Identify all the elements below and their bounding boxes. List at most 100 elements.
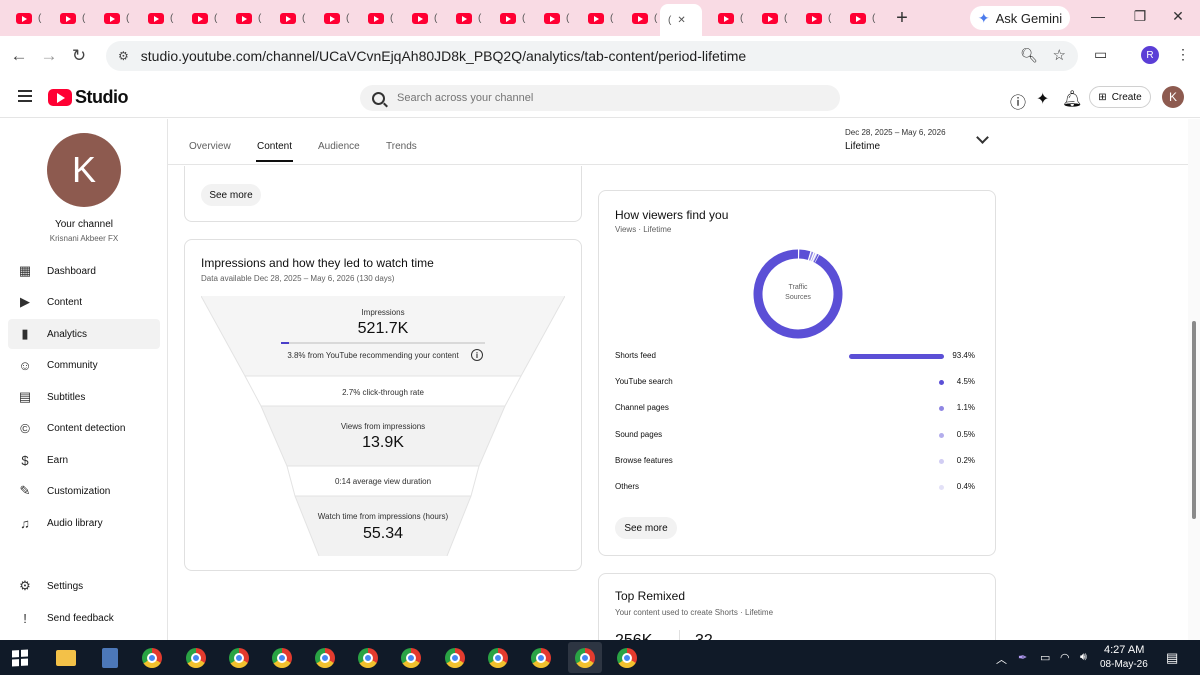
browser-tab[interactable]: ( bbox=[834, 4, 878, 32]
tab-content[interactable]: Content bbox=[257, 141, 292, 152]
browser-tab[interactable]: ( bbox=[176, 4, 220, 32]
sidebar-item-dashboard[interactable]: ▦ Dashboard bbox=[8, 256, 160, 286]
pen-icon[interactable]: ✒ bbox=[1018, 651, 1027, 664]
hamburger-menu-icon[interactable] bbox=[18, 90, 32, 102]
period-range[interactable]: Dec 28, 2025 – May 6, 2026 bbox=[845, 128, 946, 137]
browser-tab[interactable]: ( bbox=[352, 4, 396, 32]
clock-time[interactable]: 4:27 AM bbox=[1104, 644, 1144, 656]
calculator-icon[interactable] bbox=[102, 648, 118, 668]
clock-date[interactable]: 08-May-26 bbox=[1100, 659, 1148, 670]
channel-avatar[interactable]: K bbox=[47, 133, 121, 207]
chrome-taskbar-icon[interactable] bbox=[401, 648, 421, 668]
chrome-taskbar-icon[interactable] bbox=[272, 648, 292, 668]
create-button[interactable]: ⊞ Create bbox=[1089, 86, 1151, 108]
ai-spark-icon[interactable]: ✦ bbox=[1036, 89, 1049, 109]
studio-logo[interactable]: Studio bbox=[48, 87, 129, 108]
browser-tab[interactable]: ( bbox=[440, 4, 484, 32]
battery-icon[interactable]: ▭ bbox=[1040, 651, 1050, 664]
browser-tab[interactable]: ( bbox=[396, 4, 440, 32]
chrome-taskbar-icon[interactable] bbox=[186, 648, 206, 668]
sidebar-item-content[interactable]: ▶ Content bbox=[8, 287, 160, 317]
site-info-icon[interactable]: ⚙ bbox=[118, 49, 129, 63]
sidebar-item-subtitles[interactable]: ▤ Subtitles bbox=[8, 382, 160, 412]
file-explorer-icon[interactable] bbox=[56, 650, 76, 666]
tab-overview[interactable]: Overview bbox=[189, 141, 231, 152]
wifi-icon[interactable]: ◠ bbox=[1060, 651, 1070, 664]
browser-tab[interactable]: ( bbox=[0, 4, 44, 32]
bookmark-star-icon[interactable]: ☆ bbox=[1053, 46, 1066, 64]
browser-menu-icon[interactable]: ⋮ bbox=[1176, 46, 1190, 63]
browser-tab[interactable]: ( bbox=[308, 4, 352, 32]
page-scrollbar[interactable] bbox=[1188, 119, 1200, 640]
help-icon[interactable]: ⓘ bbox=[1010, 89, 1026, 113]
close-tab-icon[interactable]: ✕ bbox=[677, 15, 685, 26]
browser-tab[interactable]: ( bbox=[572, 4, 616, 32]
sidebar-item-analytics[interactable]: ▮ Analytics bbox=[8, 319, 160, 349]
sidebar-item-customization[interactable]: ✎ Customization bbox=[8, 476, 160, 506]
info-icon[interactable]: i bbox=[471, 349, 483, 361]
chrome-taskbar-icon[interactable] bbox=[142, 648, 162, 668]
browser-tab[interactable]: ( bbox=[88, 4, 132, 32]
forward-icon[interactable]: → bbox=[34, 46, 64, 66]
browser-tab[interactable]: ( bbox=[132, 4, 176, 32]
close-window-icon[interactable]: ✕ bbox=[1168, 8, 1188, 25]
traffic-source-row[interactable]: Sound pages 0.5% bbox=[615, 430, 975, 444]
browser-tab[interactable]: ( bbox=[264, 4, 308, 32]
traffic-see-more-button[interactable]: See more bbox=[615, 517, 677, 539]
tab-trends[interactable]: Trends bbox=[386, 141, 417, 152]
donut-slice[interactable] bbox=[808, 251, 814, 261]
windows-start-icon[interactable] bbox=[12, 649, 28, 667]
account-avatar[interactable]: K bbox=[1162, 86, 1184, 108]
minimize-icon[interactable]: — bbox=[1088, 8, 1108, 24]
sidebar-item-send-feedback[interactable]: ! Send feedback bbox=[8, 603, 160, 633]
chrome-taskbar-icon[interactable] bbox=[229, 648, 249, 668]
zoom-icon[interactable]: 🔍︎ bbox=[1020, 47, 1038, 64]
tray-chevron-up-icon[interactable]: ︿ bbox=[996, 651, 1007, 667]
chrome-taskbar-icon[interactable] bbox=[617, 648, 637, 668]
browser-tab[interactable]: (✕ bbox=[660, 4, 702, 36]
sidebar-item-earn[interactable]: $ Earn bbox=[8, 445, 160, 475]
notifications-icon[interactable]: 🔔︎ bbox=[1062, 89, 1082, 109]
browser-tab[interactable]: ( bbox=[220, 4, 264, 32]
traffic-source-row[interactable]: Browse features 0.2% bbox=[615, 456, 975, 470]
sidebar-item-audio-library[interactable]: ♫ Audio library bbox=[8, 508, 160, 538]
chrome-taskbar-icon[interactable] bbox=[575, 648, 595, 668]
back-icon[interactable]: ← bbox=[4, 46, 34, 66]
reload-icon[interactable]: ↻ bbox=[64, 46, 94, 66]
see-more-button[interactable]: See more bbox=[201, 184, 261, 206]
chrome-taskbar-icon[interactable] bbox=[315, 648, 335, 668]
ask-gemini-button[interactable]: ✦ Ask Gemini bbox=[970, 6, 1070, 30]
period-label[interactable]: Lifetime bbox=[845, 141, 880, 152]
chrome-taskbar-icon[interactable] bbox=[531, 648, 551, 668]
sidebar-item-community[interactable]: ☺ Community bbox=[8, 350, 160, 380]
sidebar-item-content-detection[interactable]: © Content detection bbox=[8, 413, 160, 443]
restore-icon[interactable]: ❐ bbox=[1130, 8, 1150, 25]
volume-icon[interactable]: 🔊︎ bbox=[1080, 651, 1087, 664]
browser-tab[interactable]: ( bbox=[746, 4, 790, 32]
notification-center-icon[interactable]: ▤ bbox=[1166, 650, 1178, 666]
tab-audience[interactable]: Audience bbox=[318, 141, 360, 152]
omnibox[interactable]: ⚙ studio.youtube.com/channel/UCaVCvnEjqA… bbox=[106, 41, 1078, 71]
chevron-down-icon[interactable] bbox=[976, 131, 989, 144]
browser-tab[interactable]: ( bbox=[484, 4, 528, 32]
chrome-taskbar-icon[interactable] bbox=[358, 648, 378, 668]
search-input[interactable] bbox=[397, 92, 797, 104]
reading-mode-icon[interactable]: ▭ bbox=[1094, 46, 1107, 63]
scrollbar-thumb[interactable] bbox=[1192, 321, 1196, 519]
channel-search[interactable] bbox=[360, 85, 840, 111]
donut-slice[interactable] bbox=[798, 249, 811, 260]
browser-profile-avatar[interactable]: R bbox=[1141, 46, 1159, 64]
traffic-source-row[interactable]: Shorts feed 93.4% bbox=[615, 351, 975, 365]
new-tab-icon[interactable]: + bbox=[890, 7, 914, 30]
browser-tab[interactable]: ( bbox=[790, 4, 834, 32]
traffic-source-row[interactable]: YouTube search 4.5% bbox=[615, 377, 975, 391]
browser-tab[interactable]: ( bbox=[616, 4, 660, 32]
chrome-taskbar-icon[interactable] bbox=[488, 648, 508, 668]
browser-tab[interactable]: ( bbox=[702, 4, 746, 32]
traffic-source-row[interactable]: Others 0.4% bbox=[615, 482, 975, 496]
browser-tab[interactable]: ( bbox=[528, 4, 572, 32]
sidebar-item-settings[interactable]: ⚙ Settings bbox=[8, 571, 160, 601]
chrome-taskbar-icon[interactable] bbox=[445, 648, 465, 668]
traffic-source-row[interactable]: Channel pages 1.1% bbox=[615, 403, 975, 417]
browser-tab[interactable]: ( bbox=[44, 4, 88, 32]
